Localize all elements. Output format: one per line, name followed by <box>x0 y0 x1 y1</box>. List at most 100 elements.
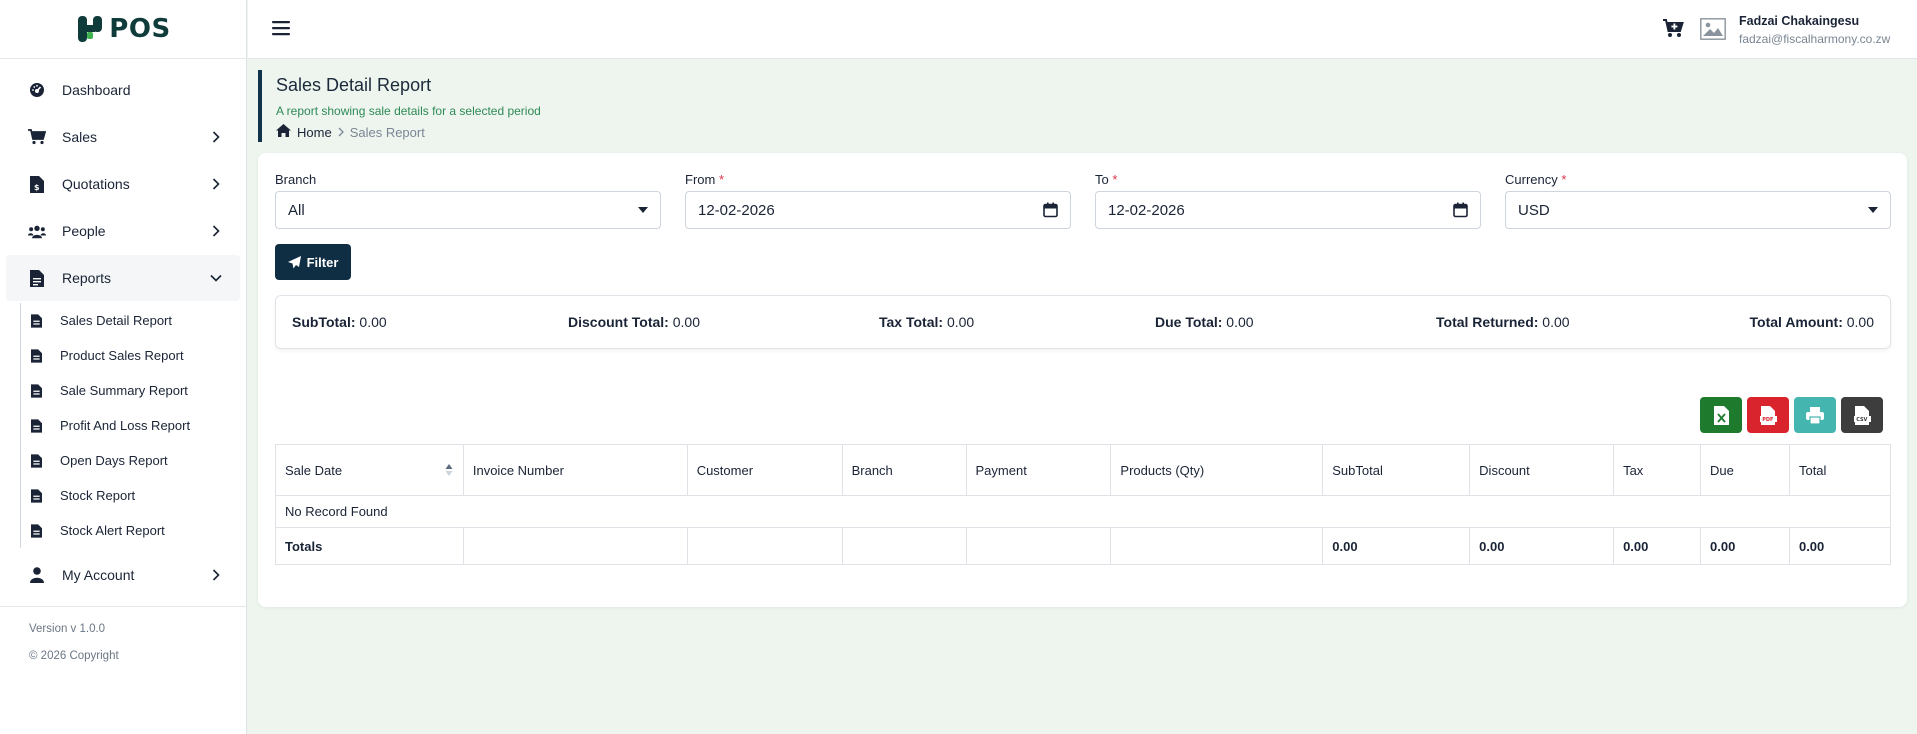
to-label-text: To <box>1095 172 1109 187</box>
chevron-right-icon <box>210 131 222 143</box>
currency-select-value: USD <box>1518 201 1550 219</box>
file-icon <box>31 418 45 433</box>
sidebar-item-label: Reports <box>62 270 112 286</box>
currency-select[interactable]: USD <box>1505 191 1891 229</box>
export-pdf-button[interactable]: PDF <box>1747 397 1789 433</box>
breadcrumb: Home Sales Report <box>276 124 658 140</box>
top-header: Fadzai Chakaingesu fadzai@fiscalharmony.… <box>248 0 1917 59</box>
column-header-products-qty[interactable]: Products (Qty) <box>1110 444 1324 496</box>
file-excel-icon <box>1713 405 1729 425</box>
table-empty-row: No Record Found <box>275 495 1891 528</box>
reports-submenu: Sales Detail Report Product Sales Report… <box>20 303 246 548</box>
to-date-input[interactable]: 12-02-2026 <box>1095 191 1481 229</box>
currency-label: Currency * <box>1505 172 1566 187</box>
summary-amount: Total Amount: 0.00 <box>1750 314 1874 330</box>
summary-due-value: 0.00 <box>1226 314 1254 330</box>
column-header-invoice-number[interactable]: Invoice Number <box>462 444 688 496</box>
table-cell <box>462 527 688 565</box>
page-header: Sales Detail Report A report showing sal… <box>258 70 658 142</box>
column-header-sale-date[interactable]: Sale Date <box>275 444 464 496</box>
submenu-item-label: Sale Summary Report <box>60 383 188 398</box>
table-cell <box>1110 527 1324 565</box>
table-cell <box>965 527 1112 565</box>
submenu-item-profit-and-loss-report[interactable]: Profit And Loss Report <box>21 408 246 443</box>
sales-table: Sale Date Invoice Number Customer Branch… <box>275 444 1892 565</box>
submenu-item-label: Open Days Report <box>60 453 168 468</box>
submenu-item-label: Profit And Loss Report <box>60 418 191 433</box>
column-header-tax[interactable]: Tax <box>1613 444 1702 496</box>
submenu-item-stock-report[interactable]: Stock Report <box>21 478 246 513</box>
sidebar-item-reports[interactable]: Reports <box>6 255 240 301</box>
sidebar-item-my-account[interactable]: My Account <box>6 552 240 598</box>
file-icon <box>31 488 45 503</box>
sidebar-item-quotations[interactable]: $ Quotations <box>6 161 240 207</box>
filter-button[interactable]: Filter <box>275 244 351 280</box>
submenu-item-stock-alert-report[interactable]: Stock Alert Report <box>21 513 246 548</box>
totals-label: Totals <box>275 527 464 565</box>
summary-due-label: Due Total: <box>1155 314 1223 330</box>
cart-icon[interactable] <box>1662 17 1684 44</box>
calendar-icon[interactable] <box>1043 202 1058 218</box>
chevron-right-icon <box>210 569 222 581</box>
table-header-row: Sale Date Invoice Number Customer Branch… <box>275 444 1892 496</box>
sidebar-item-label: My Account <box>62 567 135 583</box>
user-icon <box>28 566 46 584</box>
logo[interactable]: POS <box>0 0 246 59</box>
sidebar-item-people[interactable]: People <box>6 208 240 254</box>
sort-icon[interactable] <box>445 463 453 477</box>
summary-tax-value: 0.00 <box>946 314 975 330</box>
sidebar-footer: Version v 1.0.0 © 2026 Copyright <box>0 606 246 675</box>
submenu-item-product-sales-report[interactable]: Product Sales Report <box>21 338 246 373</box>
empty-message: No Record Found <box>275 495 1891 528</box>
sidebar: POS Dashboard Sales $ Quotations People … <box>0 0 247 734</box>
svg-text:$: $ <box>34 183 40 192</box>
chevron-right-icon <box>210 225 222 237</box>
page-subtitle: A report showing sale details for a sele… <box>276 104 541 118</box>
submenu-item-open-days-report[interactable]: Open Days Report <box>21 443 246 478</box>
column-header-customer[interactable]: Customer <box>686 444 843 496</box>
print-icon <box>1806 406 1824 424</box>
version-text: Version v 1.0.0 <box>29 623 106 635</box>
home-icon[interactable] <box>276 124 291 140</box>
column-header-label: Discount <box>1479 462 1530 478</box>
logo-icon <box>78 16 103 42</box>
column-header-due[interactable]: Due <box>1700 444 1790 496</box>
menu-toggle-icon[interactable] <box>272 19 290 37</box>
page-title: Sales Detail Report <box>276 75 432 95</box>
currency-label-text: Currency <box>1505 172 1558 187</box>
filter-button-label: Filter <box>306 254 339 270</box>
caret-down-icon <box>638 207 648 213</box>
branch-select[interactable]: All <box>275 191 661 229</box>
export-csv-button[interactable]: CSV <box>1841 397 1883 433</box>
paper-plane-icon <box>287 255 301 268</box>
avatar[interactable] <box>1700 18 1726 40</box>
summary-returned: Total Returned: 0.00 <box>1436 314 1570 330</box>
calendar-icon[interactable] <box>1453 202 1468 218</box>
sidebar-item-label: Sales <box>62 129 98 145</box>
summary-tax-label: Tax Total: <box>879 314 944 330</box>
column-header-subtotal[interactable]: SubTotal <box>1322 444 1471 496</box>
from-date-input[interactable]: 12-02-2026 <box>685 191 1071 229</box>
breadcrumb-home[interactable]: Home <box>297 125 332 140</box>
column-header-label: Customer <box>696 462 754 478</box>
file-pdf-icon: PDF <box>1759 405 1777 425</box>
export-excel-button[interactable] <box>1700 397 1742 433</box>
sidebar-item-sales[interactable]: Sales <box>6 114 240 160</box>
breadcrumb-current: Sales Report <box>349 124 425 140</box>
submenu-item-label: Sales Detail Report <box>60 313 172 328</box>
branch-select-value: All <box>288 201 305 219</box>
summary-subtotal-value: 0.00 <box>359 314 387 330</box>
svg-text:CSV: CSV <box>1856 417 1867 423</box>
column-header-discount[interactable]: Discount <box>1469 444 1615 496</box>
submenu-item-sale-summary-report[interactable]: Sale Summary Report <box>21 373 246 408</box>
column-header-payment[interactable]: Payment <box>965 444 1112 496</box>
submenu-item-sales-detail-report[interactable]: Sales Detail Report <box>21 303 246 338</box>
sidebar-item-label: Dashboard <box>62 82 131 98</box>
column-header-branch[interactable]: Branch <box>841 444 967 496</box>
summary-discount-value: 0.00 <box>672 314 700 330</box>
from-date-value: 12-02-2026 <box>698 201 775 219</box>
sidebar-item-dashboard[interactable]: Dashboard <box>6 67 240 113</box>
print-button[interactable] <box>1794 397 1836 433</box>
column-header-total[interactable]: Total <box>1788 444 1892 496</box>
user-name[interactable]: Fadzai Chakaingesu <box>1739 14 1859 28</box>
